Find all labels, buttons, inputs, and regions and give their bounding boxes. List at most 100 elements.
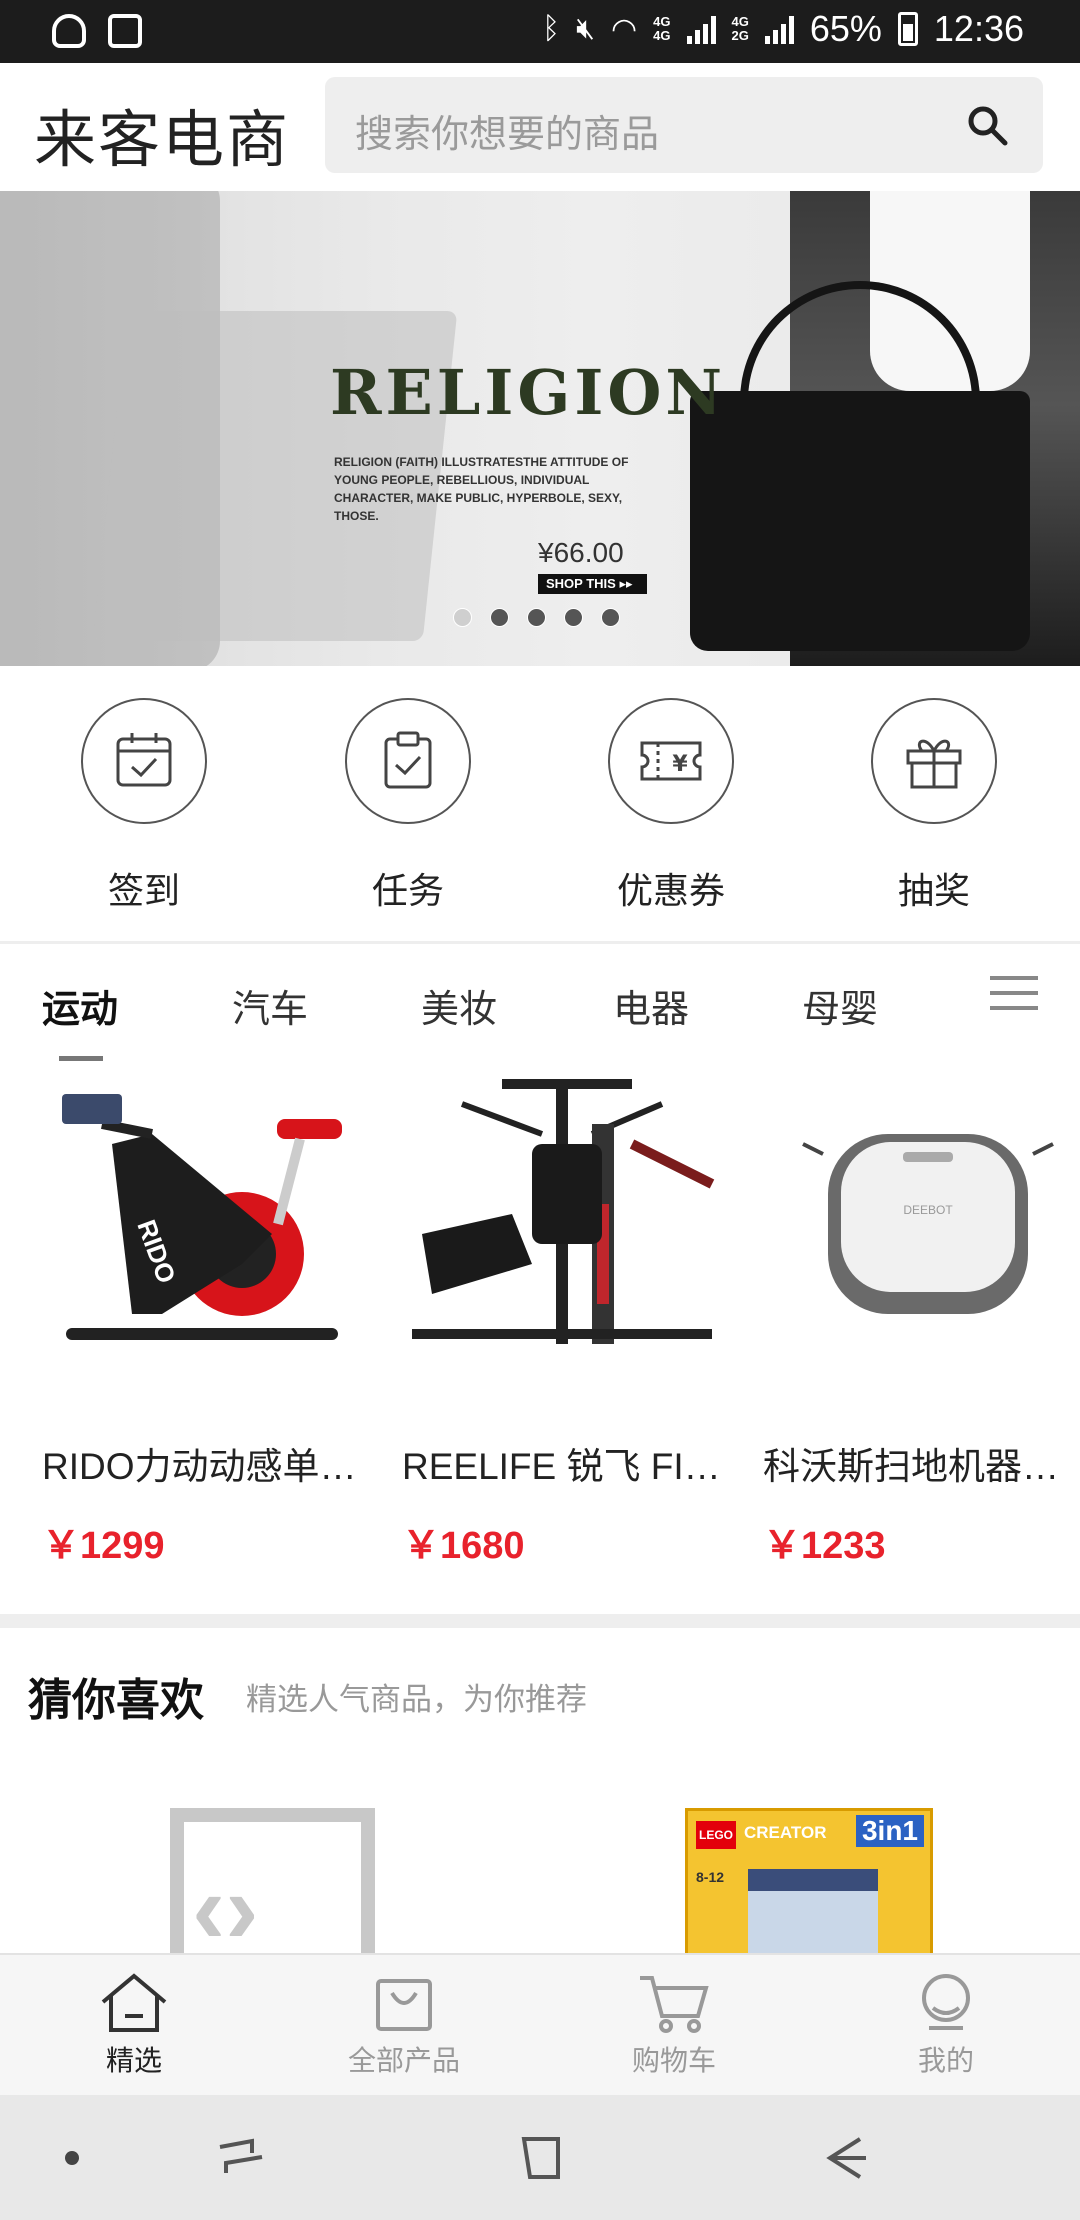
banner-title: RELIGION: [330, 356, 727, 429]
carousel-indicator: [453, 608, 620, 627]
quick-action-label: 任务: [371, 870, 444, 911]
carousel-dot[interactable]: [527, 608, 546, 627]
product-name: 科沃斯扫地机器…: [763, 1446, 1059, 1487]
lego-house-graphic: [748, 1869, 878, 1953]
banner-bag-right: [690, 391, 1030, 651]
section-subtitle: 精选人气商品，为你推荐: [246, 1682, 587, 1717]
coupon-circle: ¥: [608, 698, 734, 824]
category-tabs: 运动 汽车 美妆 电器 母婴: [0, 944, 1080, 1064]
network-type: 4G 4G: [653, 15, 670, 43]
quick-action-label: 签到: [107, 870, 180, 911]
search-bar[interactable]: 搜索你想要的商品: [325, 77, 1043, 173]
tab-auto[interactable]: 汽车: [232, 978, 308, 1033]
product-name: RIDO力动动感单…: [42, 1446, 357, 1487]
gift-icon: [906, 739, 962, 789]
nav-dot-icon[interactable]: [60, 2133, 84, 2183]
mute-icon: 🔇︎: [576, 12, 595, 45]
nav-cart[interactable]: 购物车: [574, 1969, 774, 2079]
bluetooth-icon: ᛒ: [542, 12, 561, 45]
lego-line: CREATOR: [744, 1823, 827, 1842]
network-top-label-3: 4G: [731, 14, 749, 29]
app-header: 来客电商 搜索你想要的商品: [0, 63, 1080, 191]
user-icon: [922, 1974, 970, 2030]
back-icon[interactable]: [820, 2133, 870, 2183]
screenshot-icon: [108, 14, 142, 48]
nav-label: 我的: [917, 2045, 974, 2076]
search-placeholder: 搜索你想要的商品: [355, 114, 660, 156]
cart-icon: [640, 1976, 709, 2033]
carousel-dot[interactable]: [601, 608, 620, 627]
active-tab-indicator: [59, 1056, 103, 1061]
bag-icon: [376, 1979, 432, 2031]
brand-logo-icon: ‹›: [192, 1853, 259, 1953]
recent-apps-icon[interactable]: [216, 2133, 266, 2183]
calendar-check-icon: [116, 733, 172, 787]
network-top-label-2: 4G: [653, 28, 671, 43]
tab-beauty[interactable]: 美妆: [421, 978, 497, 1033]
product-card[interactable]: RIDO RIDO力动动感单… ￥1299: [42, 1064, 372, 1567]
nav-label: 购物车: [631, 2045, 716, 2076]
carousel-dot[interactable]: [453, 608, 472, 627]
carousel-dot[interactable]: [490, 608, 509, 627]
product-price: ￥1299: [42, 1525, 165, 1567]
carousel-dot[interactable]: [564, 608, 583, 627]
network-top-label: 4G: [653, 14, 671, 29]
quick-action-label: 优惠券: [616, 870, 725, 911]
nav-label: 全部产品: [347, 2045, 460, 2076]
exercise-bike-image: RIDO: [62, 1094, 342, 1340]
lego-logo: LEGO: [696, 1821, 736, 1849]
nav-all-products[interactable]: 全部产品: [304, 1969, 504, 2079]
quick-action-task[interactable]: 任务: [328, 698, 488, 914]
battery-icon: [897, 12, 918, 46]
status-bar: ᛒ 🔇︎ ◠ 4G 4G 4G 2G 65% 12:36: [0, 0, 1080, 63]
product-card[interactable]: DEEBOT 科沃斯扫地机器… ￥1233: [763, 1064, 1080, 1567]
tab-sports[interactable]: 运动: [42, 978, 118, 1033]
nav-home[interactable]: 精选: [34, 1969, 234, 2079]
quick-action-checkin[interactable]: 签到: [64, 698, 224, 914]
tab-baby[interactable]: 母婴: [802, 978, 878, 1033]
recommend-item-image[interactable]: LEGO CREATOR 3in1 8-12: [685, 1808, 933, 1953]
nav-profile[interactable]: 我的: [846, 1969, 1046, 2079]
nav-label: 精选: [105, 2045, 162, 2076]
banner-shop-button[interactable]: SHOP THIS ▸▸: [538, 574, 647, 594]
section-divider: [0, 1614, 1080, 1628]
coupon-icon: ¥: [640, 741, 702, 781]
system-nav-bar: [0, 2095, 1080, 2220]
quick-action-lottery[interactable]: 抽奖: [854, 698, 1014, 914]
tab-appliances[interactable]: 电器: [613, 978, 689, 1033]
battery-percent: 65%: [809, 8, 882, 49]
clock: 12:36: [933, 8, 1024, 49]
notification-icon: [52, 14, 86, 48]
product-price: ￥1233: [763, 1525, 886, 1567]
home-button-icon[interactable]: [516, 2133, 566, 2183]
quick-action-label: 抽奖: [897, 870, 970, 911]
product-card[interactable]: REELIFE 锐飞 FIT… ￥1680: [402, 1064, 742, 1567]
robot-vacuum-image: DEEBOT: [802, 1134, 1054, 1314]
recommend-item-image[interactable]: ‹›: [170, 1808, 375, 1953]
quick-action-coupon[interactable]: ¥ 优惠券: [591, 698, 751, 914]
search-icon[interactable]: [965, 103, 1009, 147]
app-logo: 来客电商: [34, 106, 291, 175]
product-row: RIDO RIDO力动动感单… ￥1299 REELIFE 锐飞 FIT… ￥1…: [0, 1064, 1080, 1614]
checkin-circle: [81, 698, 207, 824]
lego-age: 8-12: [696, 1869, 725, 1885]
network-type-2: 4G 2G: [732, 15, 749, 43]
svg-text:¥: ¥: [672, 752, 688, 777]
lego-badge: 3in1: [855, 1815, 924, 1847]
product-price: ￥1680: [402, 1525, 525, 1567]
network-bottom-label: 2G: [731, 28, 749, 43]
section-title: 猜你喜欢: [28, 1676, 204, 1725]
clipboard-check-icon: [384, 731, 432, 789]
menu-icon[interactable]: [990, 976, 1038, 1016]
wifi-icon: ◠: [610, 12, 638, 46]
product-name: REELIFE 锐飞 FIT…: [402, 1446, 742, 1487]
banner-description: RELIGION (FAITH) ILLUSTRATESTHE ATTITUDE…: [334, 455, 629, 523]
banner-price: ¥66.00: [538, 537, 624, 568]
svg-text:DEEBOT: DEEBOT: [903, 1203, 953, 1217]
task-circle: [345, 698, 471, 824]
signal-icon-2: [764, 14, 794, 44]
promo-banner[interactable]: RELIGION RELIGION (FAITH) ILLUSTRATESTHE…: [0, 191, 1080, 666]
recommend-section: 猜你喜欢 精选人气商品，为你推荐 ‹› LEGO CREATOR 3in1 8-…: [0, 1628, 1080, 1953]
home-gym-image: [412, 1079, 715, 1344]
lottery-circle: [871, 698, 997, 824]
